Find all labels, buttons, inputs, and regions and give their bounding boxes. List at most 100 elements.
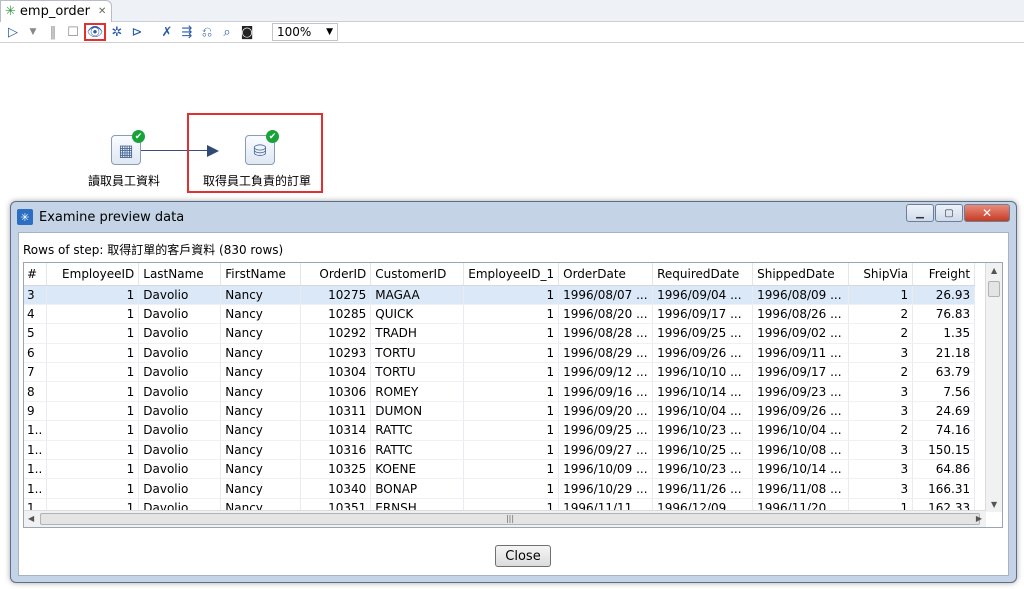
column-header[interactable]: FirstName (220, 263, 302, 286)
table-cell[interactable]: Nancy (220, 459, 302, 480)
table-cell[interactable]: Nancy (220, 420, 302, 441)
table-cell[interactable]: 1996/10/10 ... (652, 362, 754, 383)
table-cell[interactable]: 76.83 (912, 304, 976, 325)
close-button[interactable]: Close (495, 545, 551, 567)
impact-icon[interactable]: ⇶ (178, 23, 196, 41)
row-index-cell[interactable]: 3 (24, 285, 48, 305)
table-cell[interactable]: 1996/08/07 ... (558, 285, 654, 305)
preview-icon[interactable]: 👁 (84, 23, 106, 41)
column-header[interactable]: ShipVia (848, 263, 914, 286)
vertical-scroll-thumb[interactable] (988, 281, 1000, 297)
table-cell[interactable]: 1996/09/20 ... (558, 401, 654, 422)
table-cell[interactable]: 1 (463, 304, 560, 325)
table-cell[interactable]: Davolio (138, 323, 222, 344)
table-cell[interactable]: 1996/10/25 ... (652, 440, 754, 461)
table-cell[interactable]: 2 (848, 362, 914, 383)
table-cell[interactable]: 10314 (300, 420, 372, 441)
table-row[interactable]: 1.. 1 Davolio Nancy 10314 RATTC 1 1996/09/25 ..… (24, 420, 976, 441)
table-row[interactable]: 1.. 1 Davolio Nancy 10325 KOENE 1 1996/10/09 ..… (24, 459, 976, 480)
table-cell[interactable]: 1996/09/25 ... (558, 420, 654, 441)
table-cell[interactable]: 10311 (300, 401, 372, 422)
horizontal-scrollbar[interactable]: ◀ ||| ▶ (24, 510, 986, 527)
table-cell[interactable]: 26.93 (912, 285, 976, 305)
row-index-cell[interactable]: 1.. (24, 420, 48, 441)
table-cell[interactable]: 1996/10/14 ... (752, 459, 850, 480)
row-index-cell[interactable]: 5 (24, 323, 48, 344)
table-cell[interactable]: 3 (848, 381, 914, 402)
table-row[interactable]: 5 1 Davolio Nancy 10292 TRADH 1 1996/08/28 ... 1… (24, 323, 976, 344)
table-cell[interactable]: QUICK (370, 304, 465, 325)
table-cell[interactable]: 1996/08/28 ... (558, 323, 654, 344)
table-cell[interactable]: Davolio (138, 420, 222, 441)
table-cell[interactable]: 1 (463, 362, 560, 383)
table-cell[interactable]: 1996/10/04 ... (752, 420, 850, 441)
vertical-scrollbar[interactable]: ▲ ▼ (985, 263, 1002, 512)
table-cell[interactable]: Davolio (138, 285, 222, 305)
close-tab-icon[interactable]: ✕ (98, 6, 106, 17)
table-cell[interactable]: 1996/10/14 ... (652, 381, 754, 402)
table-cell[interactable]: 1996/08/20 ... (558, 304, 654, 325)
table-cell[interactable]: 10293 (300, 343, 372, 364)
sql-icon[interactable]: ⎌ (198, 23, 216, 41)
table-cell[interactable]: RATTC (370, 440, 465, 461)
table-cell[interactable]: Davolio (138, 381, 222, 402)
table-cell[interactable]: 24.69 (912, 401, 976, 422)
table-cell[interactable]: 10292 (300, 323, 372, 344)
column-header[interactable]: LastName (138, 263, 222, 286)
column-header[interactable]: Freight (912, 263, 976, 286)
column-header[interactable]: ShippedDate (752, 263, 850, 286)
table-cell[interactable]: 10275 (300, 285, 372, 305)
table-cell[interactable]: 1996/10/23 ... (652, 459, 754, 480)
column-header[interactable]: OrderID (300, 263, 372, 286)
table-cell[interactable]: 1 (46, 362, 140, 383)
table-cell[interactable]: 1996/09/04 ... (652, 285, 754, 305)
replay-icon[interactable]: ⊳ (128, 23, 146, 41)
table-cell[interactable]: 1996/09/17 ... (752, 362, 850, 383)
table-cell[interactable]: Davolio (138, 343, 222, 364)
table-cell[interactable]: 150.15 (912, 440, 976, 461)
table-cell[interactable]: Davolio (138, 440, 222, 461)
table-cell[interactable]: 2 (848, 304, 914, 325)
table-cell[interactable]: 21.18 (912, 343, 976, 364)
table-cell[interactable]: Nancy (220, 285, 302, 305)
table-cell[interactable]: TRADH (370, 323, 465, 344)
table-row[interactable]: 9 1 Davolio Nancy 10311 DUMON 1 1996/09/20 ... 1… (24, 401, 976, 422)
table-cell[interactable]: 3 (848, 459, 914, 480)
table-cell[interactable]: Nancy (220, 362, 302, 383)
table-cell[interactable]: 1 (46, 304, 140, 325)
table-cell[interactable]: 10306 (300, 381, 372, 402)
table-cell[interactable]: 1 (46, 478, 140, 499)
table-cell[interactable]: Nancy (220, 381, 302, 402)
table-row[interactable]: 7 1 Davolio Nancy 10304 TORTU 1 1996/09/12 ... 1… (24, 362, 976, 383)
table-cell[interactable]: 1 (46, 401, 140, 422)
row-index-cell[interactable]: 9 (24, 401, 48, 422)
table-cell[interactable]: 1996/10/08 ... (752, 440, 850, 461)
table-cell[interactable]: Nancy (220, 304, 302, 325)
table-cell[interactable]: 1996/11/26 ... (652, 478, 754, 499)
table-cell[interactable]: 1 (46, 420, 140, 441)
scroll-right-icon[interactable]: ▶ (976, 514, 982, 523)
table-cell[interactable]: 1 (463, 459, 560, 480)
table-cell[interactable]: 1 (46, 323, 140, 344)
column-header[interactable]: OrderDate (558, 263, 654, 286)
table-cell[interactable]: 1996/09/23 ... (752, 381, 850, 402)
table-cell[interactable]: 1996/09/17 ... (652, 304, 754, 325)
table-cell[interactable]: 1996/09/16 ... (558, 381, 654, 402)
table-cell[interactable]: 1 (848, 285, 914, 305)
table-cell[interactable]: 1996/09/26 ... (752, 401, 850, 422)
horizontal-scroll-thumb[interactable]: ||| (40, 513, 980, 525)
table-cell[interactable]: Davolio (138, 362, 222, 383)
table-cell[interactable]: 1996/09/12 ... (558, 362, 654, 383)
table-cell[interactable]: DUMON (370, 401, 465, 422)
row-index-cell[interactable]: 1.. (24, 440, 48, 461)
table-cell[interactable]: 1996/08/26 ... (752, 304, 850, 325)
table-cell[interactable]: Nancy (220, 478, 302, 499)
table-cell[interactable]: 1996/09/25 ... (652, 323, 754, 344)
table-cell[interactable]: 10325 (300, 459, 372, 480)
table-cell[interactable]: 1 (46, 381, 140, 402)
table-cell[interactable]: 1 (46, 459, 140, 480)
table-cell[interactable]: 10285 (300, 304, 372, 325)
table-row[interactable]: 6 1 Davolio Nancy 10293 TORTU 1 1996/08/29 ... 1… (24, 343, 976, 364)
column-header[interactable]: EmployeeID (46, 263, 140, 286)
table-cell[interactable]: 1996/10/09 ... (558, 459, 654, 480)
